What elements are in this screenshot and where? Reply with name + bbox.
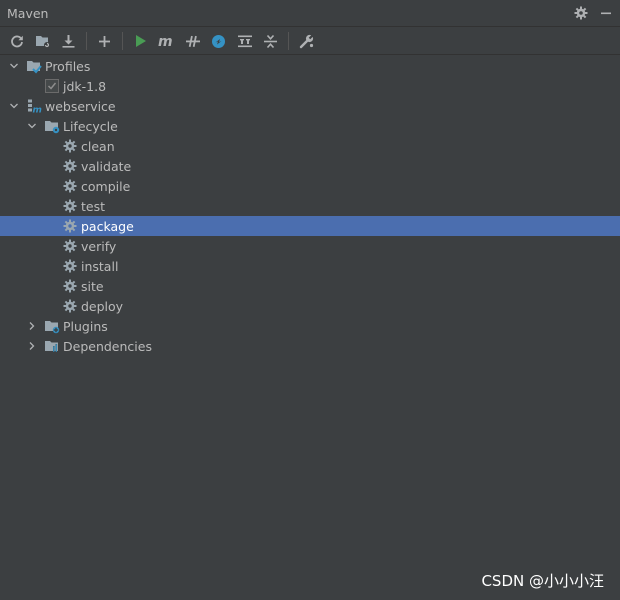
lifecycle-goal-install[interactable]: install <box>0 256 620 276</box>
lifecycle-folder-icon <box>44 118 60 134</box>
tree-node-label: Plugins <box>63 318 108 334</box>
lifecycle-goal-site[interactable]: site <box>0 276 620 296</box>
svg-text:m: m <box>158 34 173 48</box>
settings-wrench-icon[interactable] <box>298 33 315 50</box>
tree-node-label: Lifecycle <box>63 118 118 134</box>
toggle-offline-icon[interactable] <box>184 33 201 50</box>
lifecycle-goal-compile[interactable]: compile <box>0 176 620 196</box>
tree-node-label: Dependencies <box>63 338 152 354</box>
goal-gear-icon <box>62 258 78 274</box>
goal-gear-icon <box>62 238 78 254</box>
tree-node-project[interactable]: m webservice <box>0 96 620 116</box>
show-dependencies-icon[interactable] <box>236 33 253 50</box>
goal-label: test <box>81 198 106 214</box>
goal-label: verify <box>81 238 117 254</box>
generate-sources-icon[interactable] <box>34 33 51 50</box>
profile-item[interactable]: jdk-1.8 <box>0 76 620 96</box>
goal-gear-icon <box>62 218 78 234</box>
gear-icon[interactable] <box>573 5 589 21</box>
chevron-right-icon[interactable] <box>26 340 38 352</box>
svg-text:m: m <box>33 106 42 115</box>
chevron-right-icon[interactable] <box>26 320 38 332</box>
skip-tests-icon[interactable] <box>210 33 227 50</box>
lifecycle-goal-validate[interactable]: validate <box>0 156 620 176</box>
watermark: CSDN @小小小汪 <box>481 572 604 590</box>
goal-gear-icon <box>62 298 78 314</box>
lifecycle-goal-deploy[interactable]: deploy <box>0 296 620 316</box>
toolbar-separator <box>86 32 87 50</box>
profiles-folder-icon <box>26 58 42 74</box>
goal-label: deploy <box>81 298 124 314</box>
add-icon[interactable] <box>96 33 113 50</box>
goal-gear-icon <box>62 158 78 174</box>
goal-label: validate <box>81 158 132 174</box>
toolbar-separator <box>122 32 123 50</box>
goal-label: site <box>81 278 104 294</box>
execute-goal-icon[interactable]: m <box>158 33 175 50</box>
lifecycle-goal-package[interactable]: package <box>0 216 620 236</box>
tool-window-header: Maven <box>0 0 620 27</box>
download-icon[interactable] <box>60 33 77 50</box>
tree-node-plugins[interactable]: Plugins <box>0 316 620 336</box>
lifecycle-goal-clean[interactable]: clean <box>0 136 620 156</box>
profile-label: jdk-1.8 <box>63 78 107 94</box>
collapse-all-icon[interactable] <box>262 33 279 50</box>
goal-gear-icon <box>62 178 78 194</box>
goal-gear-icon <box>62 138 78 154</box>
tree-node-lifecycle[interactable]: Lifecycle <box>0 116 620 136</box>
goal-label: package <box>81 218 134 234</box>
toolbar-separator <box>288 32 289 50</box>
profile-checkbox[interactable] <box>45 79 59 93</box>
lifecycle-goal-verify[interactable]: verify <box>0 236 620 256</box>
plugins-folder-icon <box>44 318 60 334</box>
reload-icon[interactable] <box>8 33 25 50</box>
run-icon[interactable] <box>132 33 149 50</box>
tree-node-label: Profiles <box>45 58 91 74</box>
chevron-down-icon[interactable] <box>8 100 20 112</box>
dependencies-folder-icon <box>44 338 60 354</box>
chevron-down-icon[interactable] <box>26 120 38 132</box>
goal-label: compile <box>81 178 131 194</box>
maven-toolbar: m <box>0 28 620 55</box>
goal-label: install <box>81 258 119 274</box>
lifecycle-goal-test[interactable]: test <box>0 196 620 216</box>
tree-node-profiles[interactable]: Profiles <box>0 56 620 76</box>
tool-window-title: Maven <box>7 5 49 21</box>
chevron-down-icon[interactable] <box>8 60 20 72</box>
goal-gear-icon <box>62 198 78 214</box>
tree-node-dependencies[interactable]: Dependencies <box>0 336 620 356</box>
maven-project-icon: m <box>26 98 42 114</box>
goal-gear-icon <box>62 278 78 294</box>
tree-node-label: webservice <box>45 98 116 114</box>
minimize-icon[interactable] <box>598 5 614 21</box>
goal-label: clean <box>81 138 115 154</box>
